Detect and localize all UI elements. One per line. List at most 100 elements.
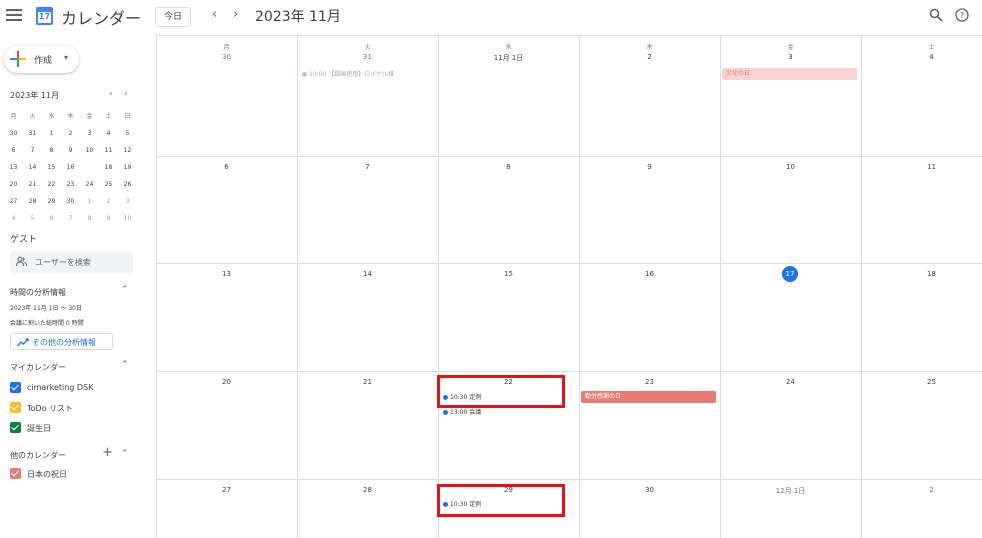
day-number[interactable]: 27 bbox=[156, 486, 297, 494]
mini-day[interactable]: 30 bbox=[4, 125, 23, 142]
current-month-title: 2023年 11月 bbox=[255, 9, 341, 25]
mini-day[interactable]: 8 bbox=[80, 210, 99, 227]
today-button[interactable]: 今日 bbox=[155, 7, 191, 27]
mini-day-selected[interactable]: 1 bbox=[42, 125, 61, 142]
mini-prev-icon[interactable]: ‹ bbox=[109, 89, 113, 99]
mini-day[interactable]: 11 bbox=[99, 142, 118, 159]
event-recording[interactable]: 10:00 【録画使用】ロイヤル様 bbox=[300, 69, 394, 80]
mini-day[interactable]: 13 bbox=[4, 159, 23, 176]
user-search-input[interactable]: ユーザーを検索 bbox=[10, 251, 133, 273]
day-number[interactable]: 11月 1日 bbox=[438, 53, 579, 63]
today-date[interactable]: 17 bbox=[782, 266, 798, 282]
mini-day[interactable]: 7 bbox=[23, 142, 42, 159]
mini-day[interactable]: 12 bbox=[118, 142, 137, 159]
mini-day[interactable]: 15 bbox=[42, 159, 61, 176]
mini-day[interactable]: 19 bbox=[118, 159, 137, 176]
help-icon[interactable]: ? bbox=[955, 8, 969, 22]
mini-day[interactable]: 14 bbox=[23, 159, 42, 176]
mini-day[interactable]: 10 bbox=[118, 210, 137, 227]
mini-day[interactable]: 1 bbox=[80, 193, 99, 210]
mini-day[interactable]: 30 bbox=[61, 193, 80, 210]
mini-day[interactable]: 5 bbox=[23, 210, 42, 227]
holiday-culture-day[interactable]: 文化の日 bbox=[722, 68, 857, 80]
mini-day[interactable]: 28 bbox=[23, 193, 42, 210]
day-number[interactable]: 2 bbox=[579, 53, 720, 61]
day-number[interactable]: 20 bbox=[156, 378, 297, 386]
mini-day[interactable]: 22 bbox=[42, 176, 61, 193]
mini-day[interactable]: 5 bbox=[118, 125, 137, 142]
day-number[interactable]: 30 bbox=[156, 53, 297, 61]
day-number[interactable]: 14 bbox=[297, 270, 438, 278]
mini-day[interactable]: 6 bbox=[4, 142, 23, 159]
checkbox-icon[interactable] bbox=[10, 402, 21, 413]
day-number[interactable]: 15 bbox=[438, 270, 579, 278]
checkbox-icon[interactable] bbox=[10, 382, 21, 393]
day-number[interactable]: 8 bbox=[438, 163, 579, 171]
month-grid: 月 火 水 木 金 土 30 31 11月 1日 2 3 4 10:00 【録画… bbox=[156, 35, 982, 538]
day-number[interactable]: 2 bbox=[861, 486, 982, 494]
grid-line bbox=[156, 263, 982, 264]
day-number[interactable]: 13 bbox=[156, 270, 297, 278]
day-number[interactable]: 24 bbox=[720, 378, 861, 386]
chevron-up-icon[interactable]: ⌃ bbox=[121, 449, 129, 459]
mini-day[interactable]: 24 bbox=[80, 176, 99, 193]
day-number[interactable]: 11 bbox=[861, 163, 982, 171]
day-number[interactable]: 31 bbox=[297, 53, 438, 61]
mini-day[interactable]: 6 bbox=[42, 210, 61, 227]
mini-day[interactable]: 2 bbox=[61, 125, 80, 142]
checkbox-icon[interactable] bbox=[10, 422, 21, 433]
mini-day[interactable]: 31 bbox=[23, 125, 42, 142]
event-meeting[interactable]: 13:00 会議 bbox=[441, 407, 481, 418]
create-button[interactable]: 作成 ▾ bbox=[4, 46, 79, 73]
main-menu-icon[interactable] bbox=[6, 9, 22, 23]
day-number[interactable]: 23 bbox=[579, 378, 720, 386]
mini-day[interactable]: 29 bbox=[42, 193, 61, 210]
day-number[interactable]: 6 bbox=[156, 163, 297, 171]
mini-day[interactable]: 3 bbox=[118, 193, 137, 210]
mini-day[interactable]: 2 bbox=[99, 193, 118, 210]
holiday-labor-thanks-day[interactable]: 勤労感謝の日 bbox=[581, 391, 716, 403]
mini-calendar-title: 2023年 11月 bbox=[10, 91, 60, 100]
search-icon[interactable] bbox=[929, 8, 943, 22]
next-month-icon[interactable]: › bbox=[233, 7, 238, 22]
mini-day[interactable]: 4 bbox=[99, 125, 118, 142]
day-number[interactable]: 10 bbox=[720, 163, 861, 171]
mini-day[interactable]: 3 bbox=[80, 125, 99, 142]
day-number[interactable]: 9 bbox=[579, 163, 720, 171]
day-number[interactable]: 4 bbox=[861, 53, 982, 61]
day-number[interactable]: 21 bbox=[297, 378, 438, 386]
more-insights-button[interactable]: その他の分析情報 bbox=[10, 333, 113, 350]
mini-day[interactable]: 9 bbox=[61, 142, 80, 159]
day-number[interactable]: 3 bbox=[720, 53, 861, 61]
mini-day[interactable]: 23 bbox=[61, 176, 80, 193]
calendar-item-label: cimarketing DSK bbox=[27, 383, 94, 392]
mini-day[interactable]: 4 bbox=[4, 210, 23, 227]
mini-day[interactable]: 16 bbox=[61, 159, 80, 176]
mini-day[interactable]: 9 bbox=[99, 210, 118, 227]
mini-day[interactable]: 10 bbox=[80, 142, 99, 159]
mini-day[interactable]: 18 bbox=[99, 159, 118, 176]
mini-day[interactable]: 25 bbox=[99, 176, 118, 193]
previous-month-icon[interactable]: ‹ bbox=[212, 7, 217, 22]
add-calendar-icon[interactable]: + bbox=[102, 445, 113, 460]
day-number[interactable]: 18 bbox=[861, 270, 982, 278]
day-number[interactable]: 28 bbox=[297, 486, 438, 494]
chevron-up-icon[interactable]: ⌃ bbox=[121, 360, 129, 370]
mini-day[interactable]: 21 bbox=[23, 176, 42, 193]
day-number[interactable]: 25 bbox=[861, 378, 982, 386]
mini-day[interactable]: 26 bbox=[118, 176, 137, 193]
day-number[interactable]: 30 bbox=[579, 486, 720, 494]
day-number[interactable]: 16 bbox=[579, 270, 720, 278]
mini-next-icon[interactable]: › bbox=[124, 89, 128, 99]
mini-day-today[interactable]: 17 bbox=[80, 159, 99, 176]
day-number[interactable]: 12月 1日 bbox=[720, 486, 861, 496]
checkbox-icon[interactable] bbox=[10, 468, 21, 479]
mini-day[interactable]: 8 bbox=[42, 142, 61, 159]
mini-day[interactable]: 7 bbox=[61, 210, 80, 227]
insights-heading: 時間の分析情報 bbox=[10, 288, 66, 297]
mini-day[interactable]: 20 bbox=[4, 176, 23, 193]
mini-day[interactable]: 27 bbox=[4, 193, 23, 210]
chevron-up-icon[interactable]: ⌃ bbox=[121, 285, 129, 295]
weekday-header: 土 bbox=[928, 44, 935, 51]
day-number[interactable]: 7 bbox=[297, 163, 438, 171]
